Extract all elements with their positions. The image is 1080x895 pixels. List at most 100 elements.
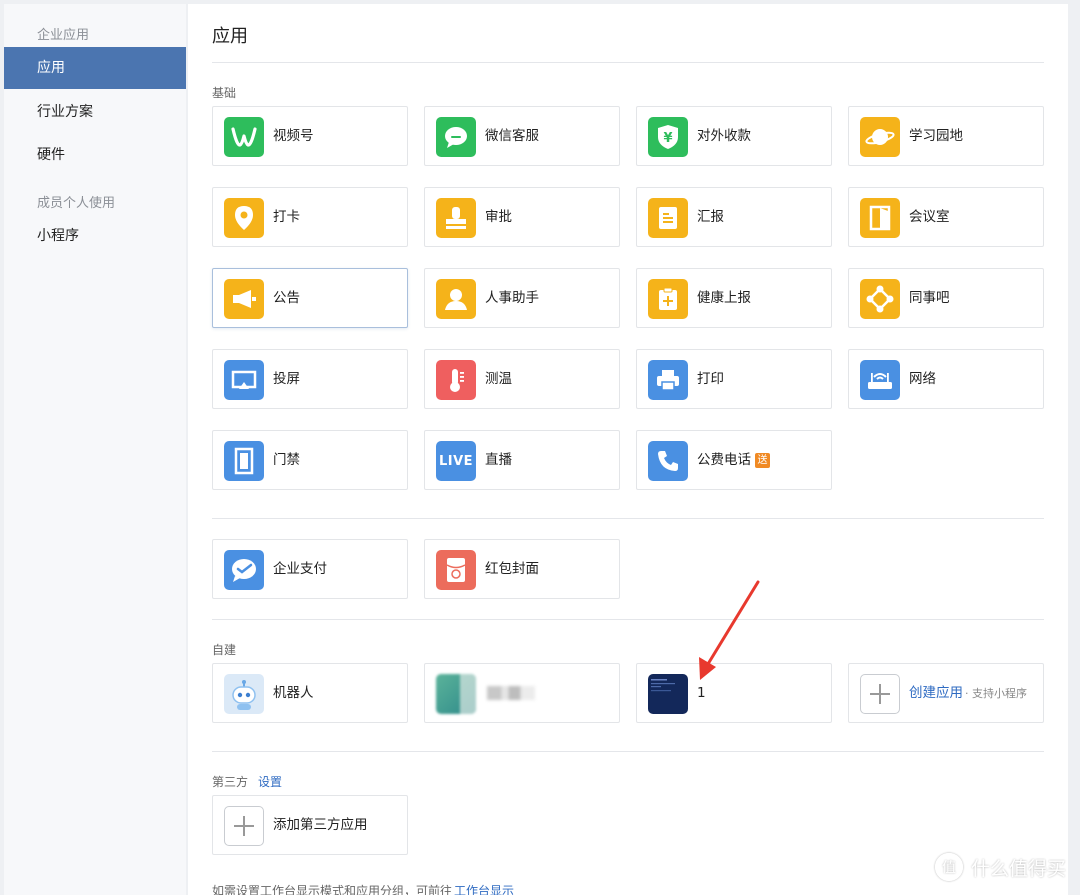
app-label: 人事助手 xyxy=(485,290,539,306)
workbench-display-link[interactable]: 工作台显示 xyxy=(454,884,514,895)
door-icon xyxy=(860,198,900,238)
main-panel: 应用 基础 视频号 微信客服 ¥ 对外收款 学习园地 打卡 审批 汇报 会议室 … xyxy=(188,4,1068,895)
app-label: 对外收款 xyxy=(697,128,751,144)
app-meeting-room[interactable]: 会议室 xyxy=(848,187,1044,247)
smzdm-logo-icon: 值 xyxy=(934,853,963,881)
sidebar-item-industry[interactable]: 行业方案 xyxy=(4,91,186,133)
router-icon xyxy=(860,360,900,400)
app-screen-cast[interactable]: 投屏 xyxy=(212,349,408,409)
app-red-packet-cover[interactable]: 红包封面 xyxy=(424,539,620,599)
app-label: 门禁 xyxy=(273,452,300,468)
create-app-button[interactable]: 创建应用 · 支持小程序 xyxy=(848,663,1044,723)
app-access-control[interactable]: 门禁 xyxy=(212,430,408,490)
planet-icon xyxy=(860,117,900,157)
network-nodes-icon xyxy=(860,279,900,319)
app-label: 投屏 xyxy=(273,371,300,387)
footnote: 如需设置工作台显示模式和应用分组，可前往 工作台显示 xyxy=(212,882,514,895)
robot-icon xyxy=(224,674,264,714)
app-health-report[interactable]: 健康上报 xyxy=(636,268,832,328)
app-approval[interactable]: 审批 xyxy=(424,187,620,247)
app-payment-collection[interactable]: ¥ 对外收款 xyxy=(636,106,832,166)
section-custom-label: 自建 xyxy=(212,643,237,657)
sidebar-item-apps[interactable]: 应用 xyxy=(4,47,186,89)
app-label: 添加第三方应用 xyxy=(273,817,368,833)
stamp-icon xyxy=(436,198,476,238)
app-custom-1[interactable]: 1 xyxy=(636,663,832,723)
red-packet-icon xyxy=(436,550,476,590)
terminal-icon xyxy=(648,674,688,714)
third-party-settings-link[interactable]: 设置 xyxy=(258,773,282,790)
sidebar: 企业应用 应用 行业方案 硬件 成员个人使用 小程序 xyxy=(4,4,186,895)
sidebar-group-personal: 成员个人使用 xyxy=(37,196,116,211)
app-checkin[interactable]: 打卡 xyxy=(212,187,408,247)
phone-icon xyxy=(648,441,688,481)
document-icon xyxy=(648,198,688,238)
app-label: 微信客服 xyxy=(485,128,539,144)
megaphone-icon xyxy=(224,279,264,319)
thermometer-icon xyxy=(436,360,476,400)
live-icon-text: LIVE xyxy=(438,453,474,469)
watermark-text: 什么值得买 xyxy=(970,857,1066,880)
app-label: 1 xyxy=(697,685,706,701)
app-channels[interactable]: 视频号 xyxy=(212,106,408,166)
app-business-phone[interactable]: 公费电话送 xyxy=(636,430,832,490)
app-print[interactable]: 打印 xyxy=(636,349,832,409)
divider xyxy=(212,518,1044,519)
location-pin-icon xyxy=(224,198,264,238)
footnote-text: 如需设置工作台显示模式和应用分组，可前往 xyxy=(212,884,453,895)
app-label: 测温 xyxy=(485,371,512,387)
app-label: 汇报 xyxy=(697,209,724,225)
app-label: 打卡 xyxy=(273,209,300,225)
divider xyxy=(212,62,1044,63)
section-basic-label: 基础 xyxy=(212,86,237,100)
wechat-pay-icon xyxy=(224,550,264,590)
svg-text:¥: ¥ xyxy=(663,131,672,146)
add-third-party-app-button[interactable]: 添加第三方应用 xyxy=(212,795,408,855)
app-label: 打印 xyxy=(697,371,724,387)
app-learning[interactable]: 学习园地 xyxy=(848,106,1044,166)
app-robot[interactable]: 机器人 xyxy=(212,663,408,723)
plus-icon xyxy=(860,674,900,714)
live-icon: LIVE xyxy=(436,441,476,481)
sidebar-item-hardware[interactable]: 硬件 xyxy=(4,134,186,176)
printer-icon xyxy=(648,360,688,400)
sidebar-item-miniprogram[interactable]: 小程序 xyxy=(4,215,186,257)
app-announcement[interactable]: 公告 xyxy=(212,268,408,328)
divider xyxy=(212,751,1044,752)
create-app-text: 创建应用 xyxy=(909,685,963,701)
app-label: 公费电话送 xyxy=(697,431,770,489)
app-network[interactable]: 网络 xyxy=(848,349,1044,409)
plus-icon xyxy=(224,806,264,846)
yen-shield-icon: ¥ xyxy=(648,117,688,157)
app-hr-assistant[interactable]: 人事助手 xyxy=(424,268,620,328)
create-app-subtext: · 支持小程序 xyxy=(965,687,1027,700)
app-label: 机器人 xyxy=(273,685,314,701)
app-label: 会议室 xyxy=(909,209,950,225)
gift-badge: 送 xyxy=(755,453,770,468)
app-live-stream[interactable]: LIVE 直播 xyxy=(424,430,620,490)
app-temperature[interactable]: 测温 xyxy=(424,349,620,409)
health-clipboard-icon xyxy=(648,279,688,319)
app-label: 学习园地 xyxy=(909,128,963,144)
app-label: 网络 xyxy=(909,371,936,387)
app-wechat-service[interactable]: 微信客服 xyxy=(424,106,620,166)
cast-screen-icon xyxy=(224,360,264,400)
app-label: 健康上报 xyxy=(697,290,751,306)
sidebar-group-enterprise: 企业应用 xyxy=(37,28,90,43)
app-label: 审批 xyxy=(485,209,512,225)
chat-bubble-icon xyxy=(436,117,476,157)
app-report[interactable]: 汇报 xyxy=(636,187,832,247)
app-enterprise-payment[interactable]: 企业支付 xyxy=(212,539,408,599)
app-colleague-forum[interactable]: 同事吧 xyxy=(848,268,1044,328)
app-custom-blurred[interactable] xyxy=(424,663,620,723)
divider xyxy=(212,619,1044,620)
person-icon xyxy=(436,279,476,319)
page-title: 应用 xyxy=(212,26,248,47)
app-label: 视频号 xyxy=(273,128,314,144)
app-label: 直播 xyxy=(485,452,512,468)
section-third-party-label: 第三方 xyxy=(212,775,249,789)
app-label-text: 公费电话 xyxy=(697,452,751,468)
blurred-app-icon xyxy=(436,674,476,714)
app-label: 同事吧 xyxy=(909,290,950,306)
channels-icon xyxy=(224,117,264,157)
